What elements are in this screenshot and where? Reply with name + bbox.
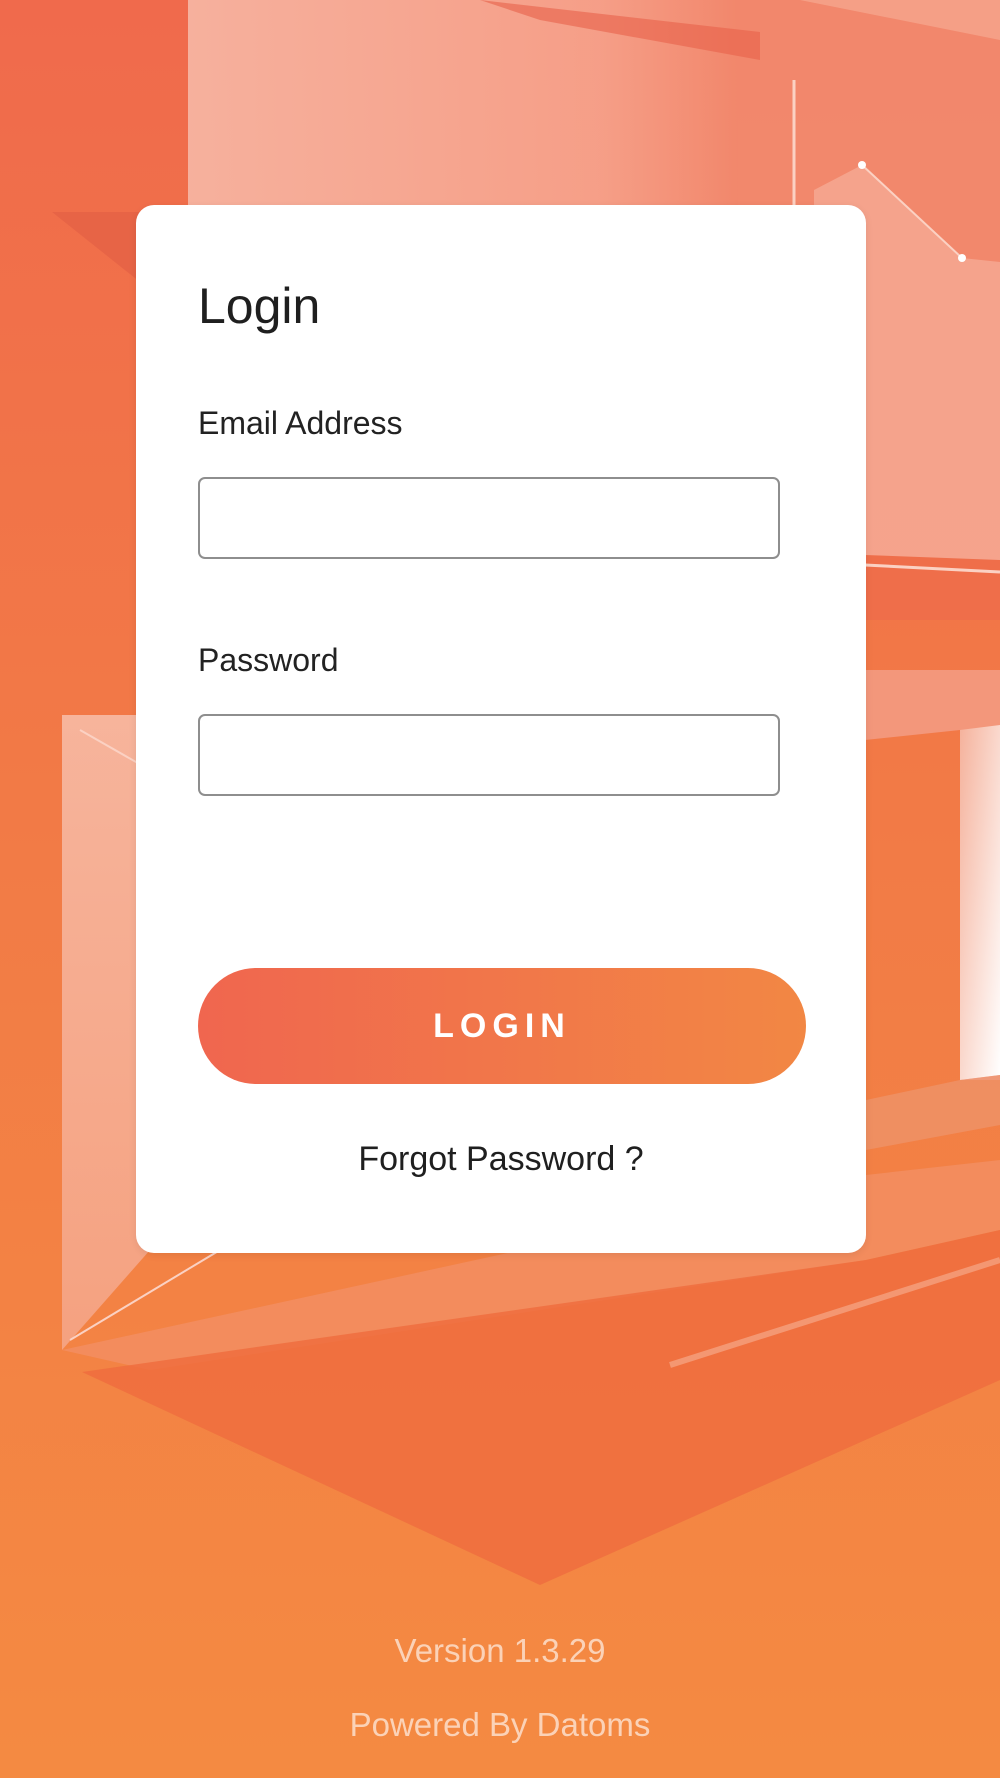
login-title: Login — [198, 278, 321, 334]
password-label: Password — [198, 642, 339, 678]
email-label: Email Address — [198, 405, 403, 441]
version-text: Version 1.3.29 — [394, 1632, 606, 1669]
password-field[interactable] — [198, 714, 780, 796]
powered-by-text: Powered By Datoms — [349, 1706, 651, 1743]
email-field[interactable] — [198, 477, 780, 559]
login-card: Login Email Address Password LOGIN Forgo… — [136, 205, 866, 1253]
login-button[interactable]: LOGIN — [198, 968, 806, 1084]
forgot-password-link[interactable]: Forgot Password ? — [136, 1140, 866, 1179]
